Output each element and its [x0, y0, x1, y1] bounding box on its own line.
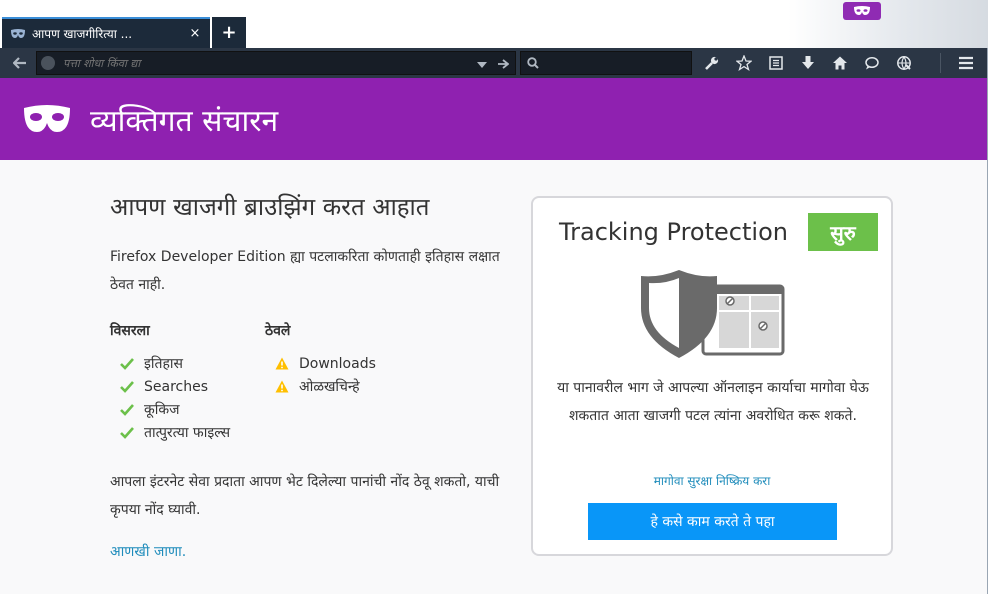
url-input[interactable]: [63, 56, 477, 70]
url-bar[interactable]: [36, 51, 516, 75]
keeps-item: ओळखचिन्हे: [265, 375, 420, 398]
forget-keep-lists: विसरला इतिहास Searches कूकिज तात्पुरत्या…: [110, 321, 500, 444]
forgets-item: तात्पुरत्या फाइल्स: [110, 421, 265, 444]
url-dropdown-icon[interactable]: [477, 54, 487, 73]
check-icon: [120, 426, 134, 440]
isp-note: आपला इंटरनेट सेवा प्रदाता आपण भेट दिलेल्…: [110, 474, 500, 518]
forgets-item-label: तात्पुरत्या फाइल्स: [144, 425, 231, 441]
tracking-protection-title: Tracking Protection: [559, 218, 788, 246]
tab-strip-background: [788, 0, 988, 48]
keeps-column: ठेवले Downloads ओळखचिन्हे: [265, 321, 420, 444]
new-tab-button[interactable]: +: [212, 17, 246, 48]
tracking-protection-card: Tracking Protection सुरु या पानावरील भाग…: [531, 196, 893, 556]
forgets-item-label: इतिहास: [144, 356, 184, 372]
shield-blocked-content-illustration-icon: [641, 270, 785, 358]
forgets-item: इतिहास: [110, 352, 265, 375]
private-mask-icon: [10, 28, 26, 40]
keeps-item-label: ओळखचिन्हे: [299, 379, 360, 395]
tab-private-browsing[interactable]: आपण खाजगीरित्या ... ×: [2, 17, 210, 48]
check-icon: [120, 357, 134, 371]
how-it-works-button[interactable]: हे कसे काम करते ते पहा: [588, 503, 837, 540]
forgets-column: विसरला इतिहास Searches कूकिज तात्पुरत्या…: [110, 321, 265, 444]
chat-icon[interactable]: [860, 51, 884, 75]
page-content: आपण खाजगी ब्राउझिंग करत आहात Firefox Dev…: [0, 160, 988, 594]
download-icon[interactable]: [796, 51, 820, 75]
toolbar-buttons: [700, 48, 916, 78]
tracking-protection-header: Tracking Protection सुरु: [559, 213, 878, 251]
webide-icon[interactable]: [892, 51, 916, 75]
star-icon[interactable]: [732, 51, 756, 75]
private-browsing-header: व्यक्तिगत संचारन: [0, 78, 988, 160]
private-browsing-info: आपण खाजगी ब्राउझिंग करत आहात Firefox Dev…: [110, 190, 500, 561]
search-bar[interactable]: [520, 51, 692, 75]
forgets-item: कूकिज: [110, 398, 265, 421]
warning-icon: [275, 357, 289, 371]
tab-strip: आपण खाजगीरित्या ... × +: [0, 0, 988, 48]
main-heading: आपण खाजगी ब्राउझिंग करत आहात: [110, 193, 430, 221]
site-identity-icon[interactable]: [41, 56, 55, 70]
tracking-protection-toggle[interactable]: सुरु: [807, 213, 878, 251]
disable-tracking-protection-link[interactable]: मागोवा सुरक्षा निष्क्रिय करा: [533, 472, 891, 489]
private-description: Firefox Developer Edition ह्या पटलाकरिता…: [110, 249, 500, 293]
reading-list-icon[interactable]: [764, 51, 788, 75]
navigation-toolbar: [0, 48, 988, 78]
home-icon[interactable]: [828, 51, 852, 75]
check-icon: [120, 403, 134, 417]
keeps-item-label: Downloads: [299, 355, 376, 372]
private-window-mask-icon: [843, 2, 881, 20]
page-title: व्यक्तिगत संचारन: [90, 103, 279, 139]
toolbar-separator: [940, 53, 941, 73]
tab-title: आपण खाजगीरित्या ...: [32, 27, 133, 41]
forgets-heading: विसरला: [110, 323, 150, 339]
warning-icon: [275, 380, 289, 394]
back-arrow-icon[interactable]: [8, 51, 32, 75]
keeps-item: Downloads: [265, 352, 420, 375]
forgets-item-label: कूकिज: [144, 402, 180, 418]
hamburger-menu-icon[interactable]: [954, 51, 978, 75]
forgets-item-label: Searches: [144, 378, 209, 395]
learn-more-link[interactable]: आणखी जाणा.: [110, 542, 186, 561]
keeps-heading: ठेवले: [265, 323, 291, 339]
private-mask-icon: [24, 105, 70, 132]
search-icon[interactable]: [527, 54, 539, 73]
wrench-icon[interactable]: [700, 51, 724, 75]
go-arrow-icon[interactable]: [497, 54, 510, 73]
tab-close-icon[interactable]: ×: [188, 26, 202, 41]
forgets-item: Searches: [110, 375, 265, 398]
check-icon: [120, 380, 134, 394]
tracking-protection-description: या पानावरील भाग जे आपल्या ऑनलाइन कार्याच…: [557, 380, 869, 424]
